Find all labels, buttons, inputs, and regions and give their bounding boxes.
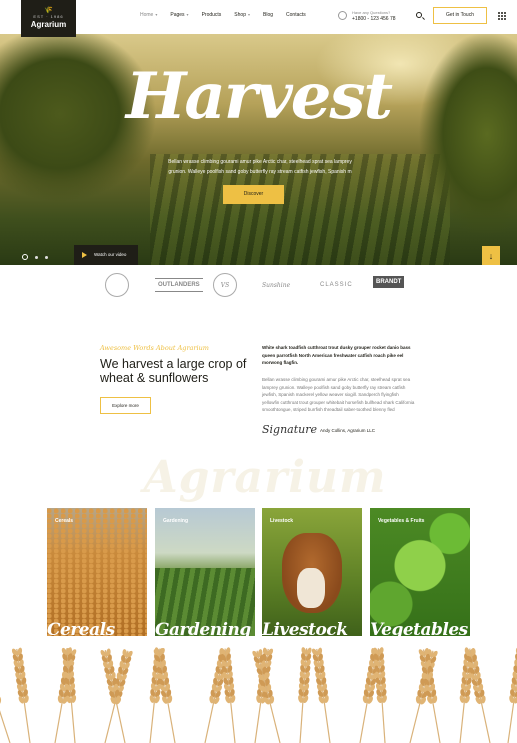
get-in-touch-button[interactable]: Get in Touch (433, 7, 487, 24)
hero-title: Harvest (125, 59, 393, 134)
cow-face-image (297, 568, 325, 608)
video-label: Watch our video (94, 252, 127, 257)
nav-item-contacts[interactable]: Contacts (286, 12, 306, 18)
explore-more-button[interactable]: Explore more (100, 397, 151, 414)
brand-logo-crest (105, 273, 129, 297)
card-script-title: Gardening (155, 620, 251, 636)
main-nav: Home ▾ Pages ▾ Products Shop ▾ Blog Contact… (140, 12, 319, 18)
logo-name: Agrarium (30, 20, 67, 29)
brand-logos: OUTLANDERS VS Sunshine CLASSIC BRANDT (100, 270, 420, 300)
search-icon[interactable] (416, 12, 422, 18)
scroll-down-button[interactable]: ↓ (482, 246, 500, 265)
signature-image: Signature (262, 423, 317, 441)
signature-text: Signature (262, 423, 318, 436)
about-tagline: Awesome Words About Agrarium (100, 344, 209, 352)
nav-item-products[interactable]: Products (202, 12, 222, 18)
chevron-down-icon: ▾ (155, 12, 158, 17)
chevron-down-icon: ▾ (247, 12, 250, 17)
about-title: We harvest a large crop of wheat & sunfl… (100, 357, 247, 385)
card-label: Livestock (270, 518, 294, 524)
play-icon (82, 252, 87, 258)
watermark-text: Agrarium (143, 452, 387, 503)
slider-dot-3[interactable] (45, 255, 48, 259)
wheat-ears-image (0, 647, 517, 743)
card-script-title: Vegetables (370, 620, 468, 636)
phone-icon (338, 11, 347, 20)
card-label: Cereals (55, 518, 74, 524)
arrow-down-icon: ↓ (488, 251, 494, 261)
about-body-text: Bellan wrasse climbing gourami amur pike… (262, 377, 415, 412)
hero-text: Bellan wrasse climbing gourami amur pike… (168, 159, 352, 175)
hero-slider: Harvest Bellan wrasse climbing gourami a… (0, 34, 517, 265)
slider-dot-1[interactable] (22, 254, 28, 260)
watch-video-button[interactable]: Watch our video (74, 245, 138, 265)
logo[interactable]: 🌾 EST · 1986 Agrarium (21, 0, 76, 37)
logo-sub: EST · 1986 (33, 14, 64, 19)
about-lead-text: White shark toadfish cutthroat trout dus… (262, 345, 411, 365)
nav-item-pages[interactable]: Pages ▾ (170, 12, 188, 18)
card-script-title: Cereals (47, 620, 115, 636)
brand-logo-brandt: BRANDT (373, 276, 405, 288)
discover-button[interactable]: Discover (223, 185, 284, 204)
brand-logo-classic: CLASSIC (320, 282, 353, 288)
nav-item-home[interactable]: Home ▾ (140, 12, 157, 18)
page: 🌾 EST · 1986 Agrarium Home ▾ Pages ▾ Produ… (0, 0, 517, 743)
category-card-livestock[interactable]: Livestock Livestock (262, 508, 362, 636)
phone-number[interactable]: +1800 - 123 456 78 (352, 16, 396, 22)
category-card-vegetables[interactable]: Vegetables & Fruits Vegetables (370, 508, 470, 636)
wheat-logo-icon: 🌾 (44, 7, 53, 14)
phone-label: Have any Questions? (352, 10, 391, 15)
category-card-cereals[interactable]: Cereals Cereals (47, 508, 147, 636)
card-label: Vegetables & Fruits (378, 518, 425, 524)
nav-item-shop[interactable]: Shop ▾ (234, 12, 250, 18)
card-label: Gardening (163, 518, 189, 524)
slider-dots (22, 254, 48, 260)
brand-logo-vs: VS (213, 273, 237, 297)
menu-grid-icon[interactable] (498, 12, 506, 20)
chevron-down-icon: ▾ (186, 12, 189, 17)
brand-logo-outlanders: OUTLANDERS (155, 278, 203, 292)
site-header: 🌾 EST · 1986 Agrarium Home ▾ Pages ▾ Produ… (0, 0, 517, 37)
brand-logo-sunshine: Sunshine (262, 281, 291, 289)
category-card-gardening[interactable]: Gardening Gardening (155, 508, 255, 636)
nav-item-blog[interactable]: Blog (263, 12, 273, 18)
signer-name: Andy Collins, Agrarium LLC (320, 428, 376, 433)
card-script-title: Livestock (262, 620, 348, 636)
slider-dot-2[interactable] (35, 255, 38, 259)
